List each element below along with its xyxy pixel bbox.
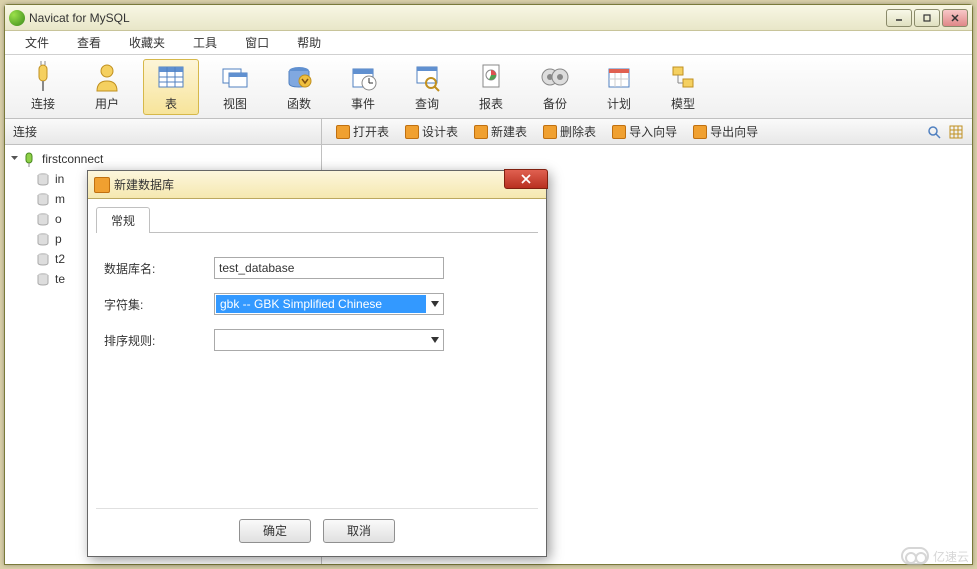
schedule-icon <box>603 61 635 93</box>
cancel-button[interactable]: 取消 <box>323 519 395 543</box>
db-name-label: 数据库名: <box>104 260 214 277</box>
window-title: Navicat for MySQL <box>29 11 886 25</box>
main-toolbar: 连接 用户 表 视图 函数 事件 查询 报表 备份 计划 模型 <box>5 55 972 119</box>
dialog-titlebar[interactable]: 新建数据库 <box>88 171 546 199</box>
action-export-wizard[interactable]: 导出向导 <box>687 121 764 142</box>
model-icon <box>667 61 699 93</box>
dialog-title: 新建数据库 <box>114 176 540 193</box>
dialog-button-bar: 确定 取消 <box>96 508 538 548</box>
menu-favorites[interactable]: 收藏夹 <box>115 31 179 54</box>
user-icon <box>91 61 123 93</box>
dialog-close-button[interactable] <box>504 169 548 189</box>
tool-user[interactable]: 用户 <box>79 59 135 115</box>
database-icon <box>35 211 51 227</box>
close-button[interactable] <box>942 9 968 27</box>
action-open-table[interactable]: 打开表 <box>330 121 395 142</box>
watermark: 亿速云 <box>901 547 969 565</box>
database-icon <box>35 231 51 247</box>
delete-table-icon <box>543 125 557 139</box>
report-icon <box>475 61 507 93</box>
tool-model[interactable]: 模型 <box>655 59 711 115</box>
charset-value: gbk -- GBK Simplified Chinese <box>216 295 426 313</box>
tool-view[interactable]: 视图 <box>207 59 263 115</box>
tool-connection[interactable]: 连接 <box>15 59 71 115</box>
charset-combo[interactable]: gbk -- GBK Simplified Chinese <box>214 293 444 315</box>
action-new-table[interactable]: 新建表 <box>468 121 533 142</box>
dialog-icon <box>94 177 110 193</box>
ok-button[interactable]: 确定 <box>239 519 311 543</box>
event-icon <box>347 61 379 93</box>
tool-function[interactable]: 函数 <box>271 59 327 115</box>
tool-backup[interactable]: 备份 <box>527 59 583 115</box>
new-table-icon <box>474 125 488 139</box>
import-icon <box>612 125 626 139</box>
action-design-table[interactable]: 设计表 <box>399 121 464 142</box>
db-name-input[interactable] <box>214 257 444 279</box>
sub-toolbar: 连接 打开表 设计表 新建表 删除表 导入向导 导出向导 <box>5 119 972 145</box>
query-icon <box>411 61 443 93</box>
chevron-down-icon[interactable] <box>427 294 443 314</box>
plug-icon <box>27 61 59 93</box>
collation-combo[interactable] <box>214 329 444 351</box>
menu-file[interactable]: 文件 <box>11 31 63 54</box>
tool-query[interactable]: 查询 <box>399 59 455 115</box>
collapse-icon[interactable] <box>9 154 20 165</box>
tool-event[interactable]: 事件 <box>335 59 391 115</box>
menu-help[interactable]: 帮助 <box>283 31 335 54</box>
collation-label: 排序规则: <box>104 332 214 349</box>
grid-icon[interactable] <box>948 124 964 140</box>
search-icon[interactable] <box>926 124 942 140</box>
dialog-tabs: 常规 <box>96 207 538 233</box>
app-icon <box>9 10 25 26</box>
dialog-form: 数据库名: 字符集: gbk -- GBK Simplified Chinese… <box>96 233 538 508</box>
connection-icon <box>22 151 38 167</box>
function-icon <box>283 61 315 93</box>
watermark-icon <box>901 547 929 565</box>
action-import-wizard[interactable]: 导入向导 <box>606 121 683 142</box>
menu-view[interactable]: 查看 <box>63 31 115 54</box>
tool-report[interactable]: 报表 <box>463 59 519 115</box>
tool-schedule[interactable]: 计划 <box>591 59 647 115</box>
database-icon <box>35 191 51 207</box>
new-database-dialog: 新建数据库 常规 数据库名: 字符集: gbk -- GBK Simplifie… <box>87 170 547 557</box>
collation-value <box>216 331 426 349</box>
chevron-down-icon[interactable] <box>427 330 443 350</box>
export-icon <box>693 125 707 139</box>
tool-table[interactable]: 表 <box>143 59 199 115</box>
database-icon <box>35 251 51 267</box>
titlebar[interactable]: Navicat for MySQL <box>5 5 972 31</box>
action-delete-table[interactable]: 删除表 <box>537 121 602 142</box>
open-table-icon <box>336 125 350 139</box>
tab-general[interactable]: 常规 <box>96 207 150 233</box>
design-table-icon <box>405 125 419 139</box>
database-icon <box>35 171 51 187</box>
dialog-body: 常规 数据库名: 字符集: gbk -- GBK Simplified Chin… <box>88 199 546 556</box>
menu-tools[interactable]: 工具 <box>179 31 231 54</box>
view-icon <box>219 61 251 93</box>
maximize-button[interactable] <box>914 9 940 27</box>
table-icon <box>155 61 187 93</box>
database-icon <box>35 271 51 287</box>
connection-panel-label: 连接 <box>5 119 322 144</box>
minimize-button[interactable] <box>886 9 912 27</box>
backup-icon <box>539 61 571 93</box>
menubar: 文件 查看 收藏夹 工具 窗口 帮助 <box>5 31 972 55</box>
tree-root[interactable]: firstconnect <box>5 149 321 169</box>
charset-label: 字符集: <box>104 296 214 313</box>
tree-root-label: firstconnect <box>42 152 103 166</box>
menu-window[interactable]: 窗口 <box>231 31 283 54</box>
